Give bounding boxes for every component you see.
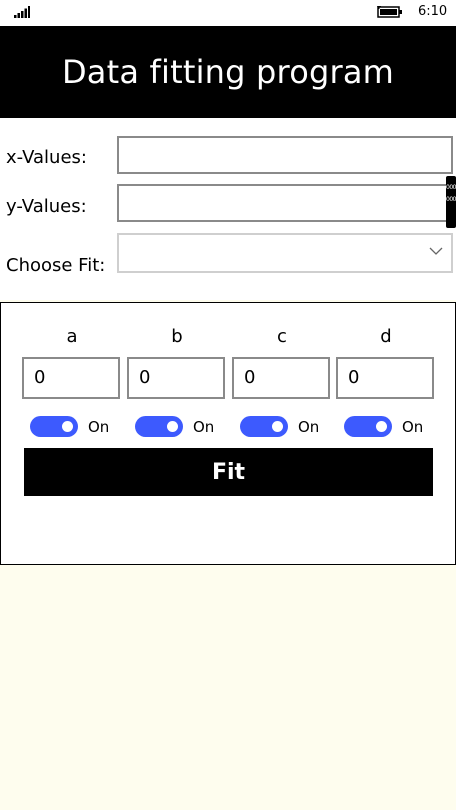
status-bar: 6:10 <box>0 0 456 26</box>
battery-charging-icon <box>377 6 402 18</box>
param-d-toggle[interactable] <box>344 416 392 437</box>
choose-fit-select[interactable] <box>117 233 453 273</box>
param-name: c <box>277 326 287 347</box>
clock: 6:10 <box>418 4 448 19</box>
toggle-label: On <box>298 418 320 436</box>
toggle-label: On <box>88 418 110 436</box>
toggle-knob <box>376 421 387 432</box>
chevron-down-icon <box>429 247 443 255</box>
signal-bars-icon <box>14 6 30 18</box>
toggle-knob <box>272 421 283 432</box>
choose-fit-label: Choose Fit: <box>6 255 106 276</box>
param-name: d <box>380 326 392 347</box>
fit-button[interactable]: Fit <box>24 448 433 496</box>
y-values-label: y-Values: <box>6 196 87 217</box>
param-b-toggle[interactable] <box>135 416 183 437</box>
param-name: b <box>171 326 183 347</box>
param-d-input[interactable]: 0 <box>336 357 434 399</box>
param-a-toggle[interactable] <box>30 416 78 437</box>
parameters-panel: a 0 On b 0 On c 0 On d 0 On Fit <box>0 302 456 565</box>
toggle-knob <box>167 421 178 432</box>
page-title: Data fitting program <box>61 53 395 91</box>
param-c-input[interactable]: 0 <box>232 357 330 399</box>
param-name: a <box>66 326 78 347</box>
toggle-knob <box>62 421 73 432</box>
param-b-input[interactable]: 0 <box>127 357 225 399</box>
toggle-label: On <box>402 418 424 436</box>
scroll-handle-text: 000 000 <box>446 184 456 203</box>
x-values-input[interactable] <box>117 136 453 174</box>
app-header: Data fitting program <box>0 26 456 118</box>
y-values-input[interactable] <box>117 184 453 222</box>
param-a-input[interactable]: 0 <box>22 357 120 399</box>
x-values-label: x-Values: <box>6 147 87 168</box>
scroll-handle[interactable]: 000 000 <box>446 176 456 228</box>
toggle-label: On <box>193 418 215 436</box>
param-c-toggle[interactable] <box>240 416 288 437</box>
